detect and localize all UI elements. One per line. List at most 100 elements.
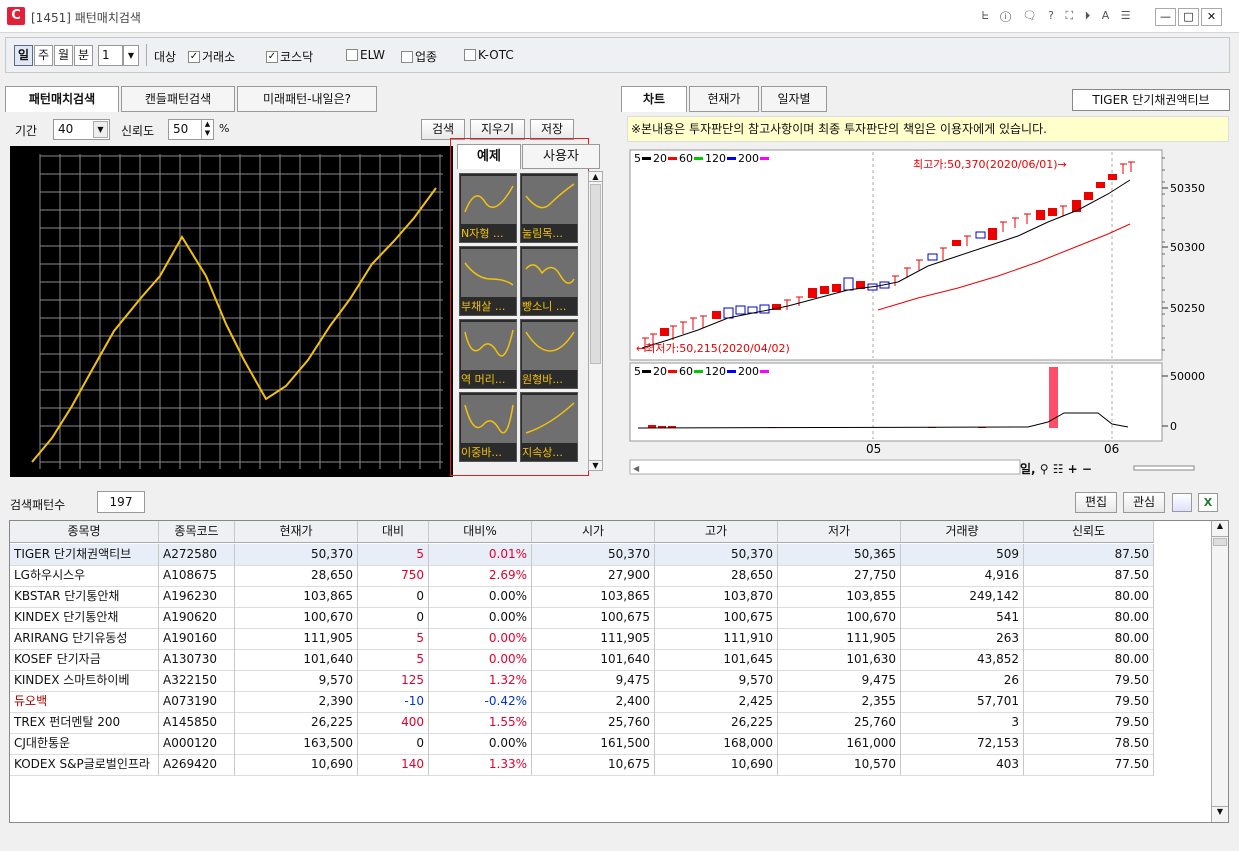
table-cell[interactable]: 9,570 bbox=[655, 670, 778, 692]
table-cell[interactable]: 1.33% bbox=[429, 754, 532, 776]
period-day-button[interactable]: 일 bbox=[14, 45, 33, 66]
checkbox-kotc[interactable]: K-OTC bbox=[464, 48, 514, 62]
tab-future-pattern[interactable]: 미래패턴-내일은? bbox=[237, 86, 377, 112]
table-cell[interactable]: 0 bbox=[358, 586, 429, 608]
table-cell[interactable]: 101,640 bbox=[532, 649, 655, 671]
table-cell[interactable]: 2,390 bbox=[235, 691, 358, 713]
table-cell[interactable]: 87.50 bbox=[1024, 565, 1154, 587]
table-cell[interactable]: A130730 bbox=[159, 649, 235, 671]
table-cell[interactable]: 10,690 bbox=[655, 754, 778, 776]
table-cell[interactable]: 111,905 bbox=[778, 628, 901, 650]
period-minute-button[interactable]: 분 bbox=[74, 45, 93, 66]
table-cell[interactable]: 50,370 bbox=[532, 544, 655, 566]
table-cell[interactable]: 28,650 bbox=[655, 565, 778, 587]
table-cell[interactable]: A196230 bbox=[159, 586, 235, 608]
table-cell[interactable]: 77.50 bbox=[1024, 754, 1154, 776]
table-cell[interactable]: 101,645 bbox=[655, 649, 778, 671]
table-cell[interactable]: 100,670 bbox=[235, 607, 358, 629]
pattern-thumb[interactable]: 원형바... bbox=[520, 319, 578, 389]
table-cell[interactable]: 103,865 bbox=[235, 586, 358, 608]
column-header[interactable]: 종목명 bbox=[10, 521, 159, 543]
table-cell[interactable]: 163,500 bbox=[235, 733, 358, 755]
table-cell[interactable]: 101,630 bbox=[778, 649, 901, 671]
scroll-thumb[interactable] bbox=[590, 184, 601, 364]
table-cell[interactable]: 161,500 bbox=[532, 733, 655, 755]
checkbox-sector[interactable]: 업종 bbox=[401, 48, 437, 65]
table-cell[interactable]: 72,153 bbox=[901, 733, 1024, 755]
table-cell[interactable]: A272580 bbox=[159, 544, 235, 566]
table-cell[interactable]: KOSEF 단기자금 bbox=[10, 649, 159, 671]
spin-icon[interactable]: ▲ ▼ bbox=[201, 120, 213, 139]
tab-daily[interactable]: 일자별 bbox=[761, 86, 827, 112]
table-cell[interactable]: 80.00 bbox=[1024, 607, 1154, 629]
pattern-thumb[interactable]: 부채살 ... bbox=[459, 246, 517, 316]
table-cell[interactable]: A145850 bbox=[159, 712, 235, 734]
table-cell[interactable]: 50,370 bbox=[655, 544, 778, 566]
table-cell[interactable]: A269420 bbox=[159, 754, 235, 776]
column-header[interactable]: 거래량 bbox=[901, 521, 1024, 543]
table-cell[interactable]: 50,365 bbox=[778, 544, 901, 566]
chevron-down-icon[interactable]: ▼ bbox=[93, 121, 108, 138]
table-cell[interactable]: 100,670 bbox=[778, 607, 901, 629]
table-cell[interactable]: TIGER 단기채권액티브 bbox=[10, 544, 159, 566]
scroll-left-icon[interactable]: ◀ bbox=[633, 464, 640, 473]
checkbox-kospi[interactable]: ✓ 거래소 bbox=[188, 48, 235, 65]
pattern-thumb[interactable]: 눌림목... bbox=[520, 173, 578, 243]
table-cell[interactable]: 25,760 bbox=[532, 712, 655, 734]
table-cell[interactable]: 1.32% bbox=[429, 670, 532, 692]
scroll-up-icon[interactable]: ▲ bbox=[1212, 521, 1228, 537]
table-cell[interactable]: 0.01% bbox=[429, 544, 532, 566]
maximize-button[interactable]: □ bbox=[1178, 8, 1199, 26]
table-cell[interactable]: 26,225 bbox=[235, 712, 358, 734]
column-header[interactable]: 현재가 bbox=[235, 521, 358, 543]
table-cell[interactable]: 4,916 bbox=[901, 565, 1024, 587]
pattern-scrollbar[interactable]: ▲ ▼ bbox=[588, 171, 603, 471]
table-cell[interactable]: 101,640 bbox=[235, 649, 358, 671]
stock-chart[interactable]: 5 20 60 120 200 5 20 60 120 200 50350 50300 50250 500… bbox=[628, 148, 1228, 478]
table-cell[interactable]: 0 bbox=[358, 607, 429, 629]
table-cell[interactable]: KINDEX 스마트하이베 bbox=[10, 670, 159, 692]
table-cell[interactable]: LG하우시스우 bbox=[10, 565, 159, 587]
table-cell[interactable]: 0.00% bbox=[429, 733, 532, 755]
table-cell[interactable]: TREX 펀더멘탈 200 bbox=[10, 712, 159, 734]
table-cell[interactable]: 26 bbox=[901, 670, 1024, 692]
minimize-button[interactable]: — bbox=[1155, 8, 1176, 26]
save-button[interactable]: 저장 bbox=[530, 119, 574, 140]
title-toolbar-icons[interactable]: ᖶ ⓘ 🗨 ? ⛶ ⏵ A ☰ bbox=[982, 9, 1135, 23]
period-month-button[interactable]: 월 bbox=[54, 45, 73, 66]
table-cell[interactable]: -10 bbox=[358, 691, 429, 713]
table-cell[interactable]: 80.00 bbox=[1024, 586, 1154, 608]
table-cell[interactable]: 57,701 bbox=[901, 691, 1024, 713]
table-cell[interactable]: -0.42% bbox=[429, 691, 532, 713]
grid-settings-icon[interactable] bbox=[1172, 493, 1192, 512]
table-cell[interactable]: 103,855 bbox=[778, 586, 901, 608]
table-cell[interactable]: CJ대한통운 bbox=[10, 733, 159, 755]
table-cell[interactable]: 79.50 bbox=[1024, 670, 1154, 692]
scroll-thumb[interactable] bbox=[1213, 538, 1227, 546]
scroll-up-icon[interactable]: ▲ bbox=[589, 172, 602, 182]
table-cell[interactable]: 78.50 bbox=[1024, 733, 1154, 755]
table-cell[interactable]: 0 bbox=[358, 733, 429, 755]
column-header[interactable]: 대비% bbox=[429, 521, 532, 543]
table-cell[interactable]: 100,675 bbox=[532, 607, 655, 629]
table-cell[interactable]: A190160 bbox=[159, 628, 235, 650]
table-cell[interactable]: 0.00% bbox=[429, 628, 532, 650]
table-cell[interactable]: 50,370 bbox=[235, 544, 358, 566]
table-cell[interactable]: 103,865 bbox=[532, 586, 655, 608]
tab-user[interactable]: 사용자 bbox=[522, 144, 600, 169]
table-cell[interactable]: 27,900 bbox=[532, 565, 655, 587]
table-cell[interactable]: 5 bbox=[358, 649, 429, 671]
interest-button[interactable]: 관심 bbox=[1123, 492, 1165, 513]
table-cell[interactable]: 111,905 bbox=[235, 628, 358, 650]
table-cell[interactable]: 168,000 bbox=[655, 733, 778, 755]
period-week-button[interactable]: 주 bbox=[34, 45, 53, 66]
column-header[interactable]: 대비 bbox=[358, 521, 429, 543]
clear-button[interactable]: 지우기 bbox=[470, 119, 525, 140]
table-cell[interactable]: A322150 bbox=[159, 670, 235, 692]
table-cell[interactable]: 5 bbox=[358, 544, 429, 566]
table-cell[interactable]: 9,570 bbox=[235, 670, 358, 692]
interval-select[interactable]: 1 bbox=[98, 45, 123, 66]
table-cell[interactable]: 27,750 bbox=[778, 565, 901, 587]
column-header[interactable]: 시가 bbox=[532, 521, 655, 543]
table-cell[interactable]: 80.00 bbox=[1024, 628, 1154, 650]
